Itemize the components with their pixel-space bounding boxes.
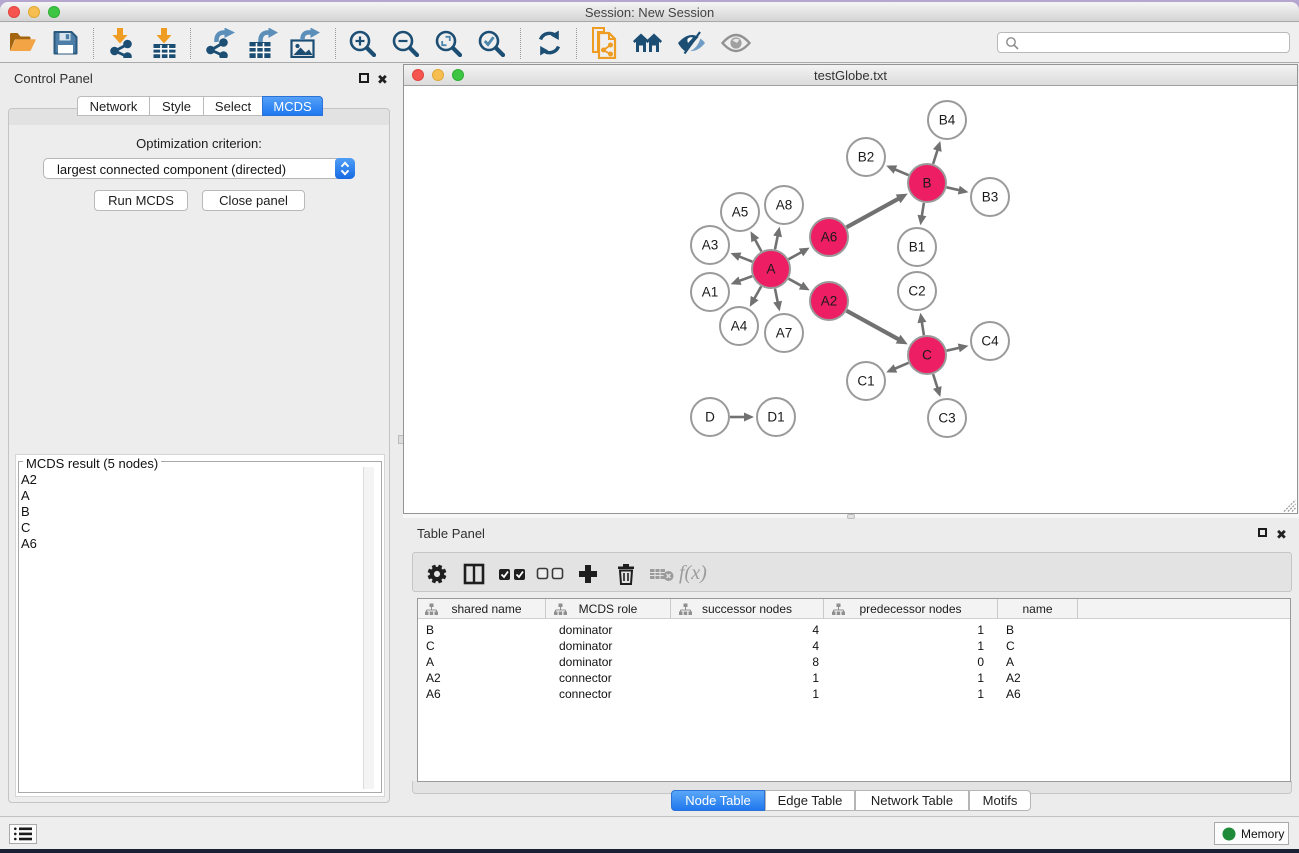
svg-text:A4: A4 [731,319,748,334]
svg-text:B2: B2 [858,150,875,165]
svg-text:C4: C4 [981,334,999,349]
svg-text:C3: C3 [938,411,955,426]
svg-text:B3: B3 [982,190,999,205]
svg-text:C2: C2 [908,284,925,299]
svg-text:A5: A5 [732,205,749,220]
svg-text:A6: A6 [821,230,838,245]
svg-text:D: D [705,410,715,425]
svg-text:A: A [766,262,775,277]
svg-text:B: B [922,176,931,191]
svg-text:C1: C1 [857,374,874,389]
svg-text:A3: A3 [702,238,719,253]
svg-text:D1: D1 [767,410,784,425]
svg-text:C: C [922,348,932,363]
svg-text:A2: A2 [821,294,838,309]
svg-text:B4: B4 [939,113,956,128]
svg-text:A7: A7 [776,326,793,341]
svg-text:B1: B1 [909,240,926,255]
svg-text:A8: A8 [776,198,793,213]
svg-text:A1: A1 [702,285,719,300]
